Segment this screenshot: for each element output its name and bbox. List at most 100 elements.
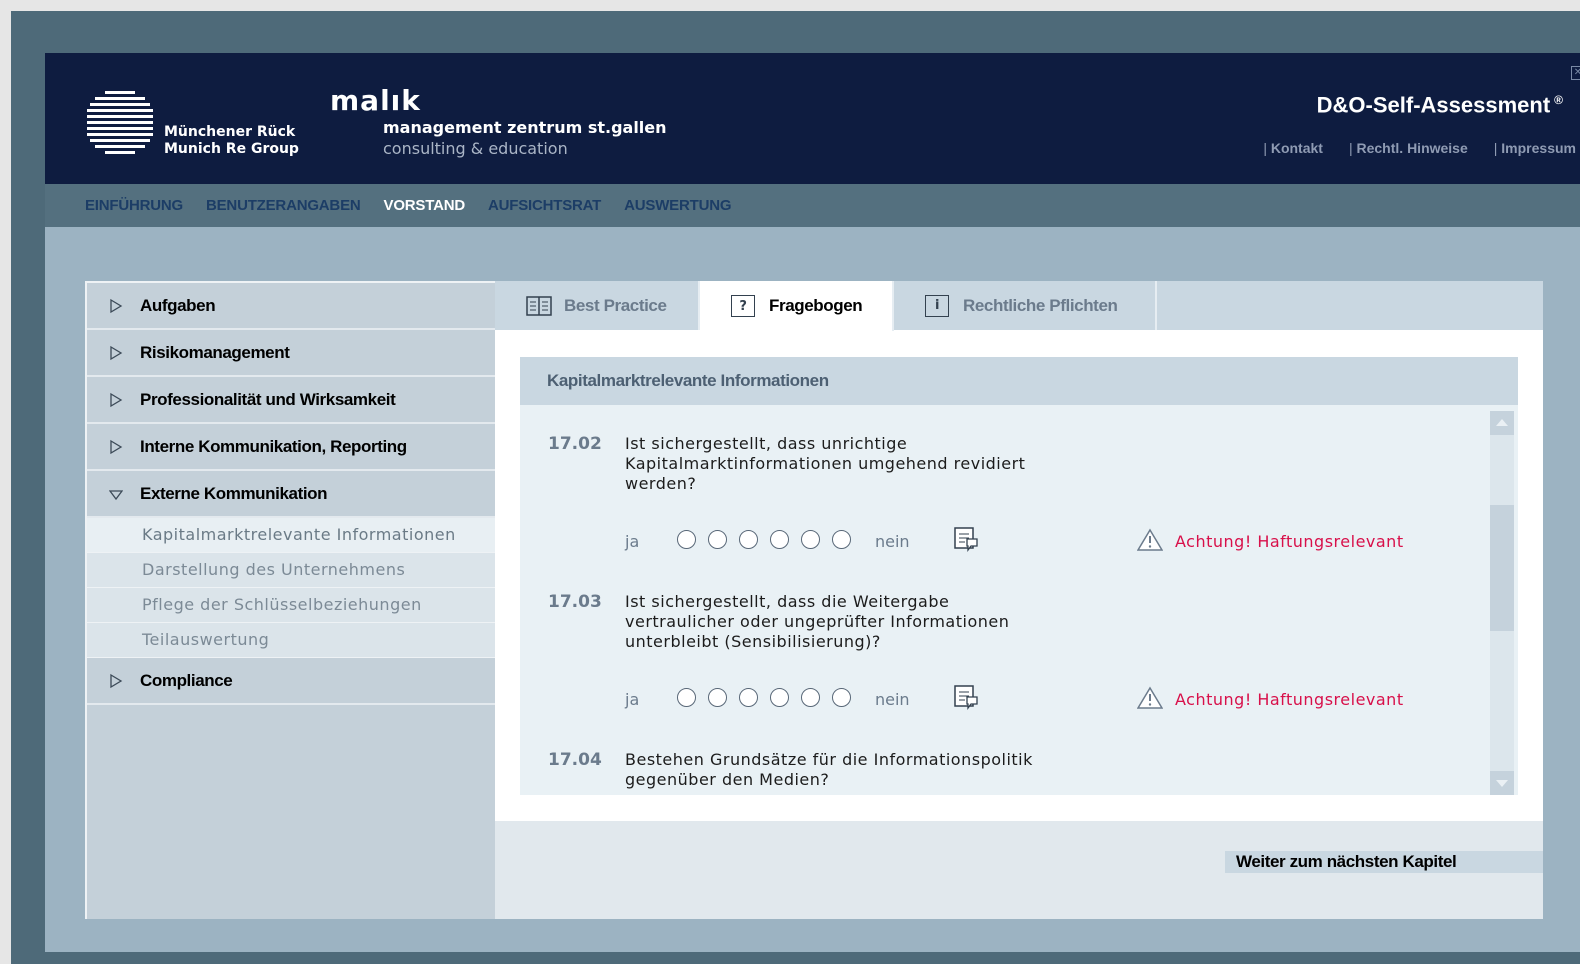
link-impressum[interactable]: Impressum (1494, 139, 1576, 157)
question-item: 17.04 Bestehen Grundsätze für die Inform… (520, 750, 1480, 795)
sidebar-item-compliance[interactable]: Compliance (87, 658, 495, 705)
sidebar-item-professionalitaet[interactable]: Professionalität und Wirksamkeit (87, 377, 495, 424)
rating-radio-5[interactable] (801, 688, 820, 707)
window-frame: Münchener Rück Munich Re Group malık man… (11, 11, 1580, 964)
app-window: Münchener Rück Munich Re Group malık man… (45, 53, 1580, 952)
app-title-text: D&O-Self-Assessment (1316, 92, 1551, 118)
tab-fragebogen[interactable]: ? Fragebogen (700, 281, 894, 331)
sidebar-item-label: Interne Kommunikation, Reporting (140, 436, 407, 456)
munich-re-line1: Münchener Rück (164, 124, 296, 140)
nav-einfuehrung[interactable]: EINFÜHRUNG (85, 197, 183, 215)
sidebar-item-aufgaben[interactable]: Aufgaben (87, 283, 495, 330)
rating-radio-6[interactable] (832, 530, 851, 549)
scroll-down-icon[interactable] (1490, 771, 1514, 795)
sidebar-subitem-pflege[interactable]: Pflege der Schlüsselbeziehungen (87, 588, 495, 623)
triangle-right-icon (110, 345, 123, 361)
sidebar-item-interne-kommunikation[interactable]: Interne Kommunikation, Reporting (87, 424, 495, 471)
triangle-right-icon (110, 298, 123, 314)
malik-logo: malık (330, 84, 421, 117)
question-text: Ist sichergestellt, dass unrichtige Kapi… (625, 434, 1026, 493)
rating-radio-1[interactable] (677, 688, 696, 707)
rating-scale (677, 530, 851, 549)
rating-radio-3[interactable] (739, 688, 758, 707)
close-icon[interactable]: ✕ (1571, 66, 1580, 80)
question-item: 17.02 Ist sichergestellt, dass unrichtig… (520, 434, 1480, 574)
rating-radio-6[interactable] (832, 688, 851, 707)
nav-auswertung[interactable]: AUSWERTUNG (624, 197, 731, 215)
book-icon (526, 295, 552, 316)
scale-label-nein: nein (875, 690, 910, 709)
triangle-right-icon (110, 392, 123, 408)
malik-tagline: consulting & education (383, 139, 568, 158)
app-title: D&O-Self-Assessment ® (1317, 86, 1563, 119)
next-chapter-button[interactable]: Weiter zum nächsten Kapitel (1225, 851, 1543, 873)
tab-best-practice[interactable]: Best Practice (495, 281, 700, 330)
sidebar-item-externe-kommunikation[interactable]: Externe Kommunikation (87, 471, 495, 518)
sidebar: Aufgaben Risikomanagement Professionalit… (85, 281, 495, 919)
answer-row: ja nein Achtung! Haftungsrelevant (625, 526, 1505, 556)
main-panel: Best Practice ? Fragebogen i Rechtliche … (495, 281, 1543, 919)
munich-re-name: Münchener Rück Munich Re Group (164, 124, 299, 158)
tab-label: Fragebogen (769, 296, 863, 315)
sidebar-item-label: Aufgaben (140, 295, 216, 315)
question-number: 17.04 (548, 750, 602, 770)
section-title: Kapitalmarktrelevante Informationen (520, 357, 1518, 405)
malik-subtitle: management zentrum st.gallen (383, 118, 667, 137)
munich-re-line2: Munich Re Group (164, 141, 299, 157)
note-icon[interactable] (953, 684, 979, 710)
note-icon[interactable] (953, 526, 979, 552)
triangle-right-icon (110, 439, 123, 455)
question-text: Bestehen Grundsätze für die Informations… (625, 750, 1033, 789)
sidebar-item-risikomanagement[interactable]: Risikomanagement (87, 330, 495, 377)
question-item: 17.03 Ist sichergestellt, dass die Weite… (520, 592, 1480, 732)
footer-bar: Weiter zum nächsten Kapitel (495, 821, 1543, 919)
nav-vorstand[interactable]: VORSTAND (384, 197, 466, 215)
question-number: 17.02 (548, 434, 602, 454)
scale-label-ja: ja (625, 690, 640, 709)
triangle-down-icon (109, 490, 123, 501)
nav-aufsichtsrat[interactable]: AUFSICHTSRAT (488, 197, 601, 215)
sidebar-item-label: Risikomanagement (140, 342, 290, 362)
sidebar-item-label: Compliance (140, 670, 233, 690)
tab-label: Rechtliche Pflichten (963, 295, 1118, 315)
question-text: Ist sichergestellt, dass die Weitergabe … (625, 592, 1010, 651)
header: Münchener Rück Munich Re Group malık man… (45, 53, 1580, 184)
scroll-up-icon[interactable] (1490, 411, 1514, 435)
tab-label: Best Practice (564, 295, 667, 315)
tab-rechtliche-pflichten[interactable]: i Rechtliche Pflichten (894, 281, 1157, 330)
sidebar-subitem-kapitalmarkt[interactable]: Kapitalmarktrelevante Informationen (87, 518, 495, 553)
sidebar-subitem-darstellung[interactable]: Darstellung des Unternehmens (87, 553, 495, 588)
info-icon: i (925, 294, 949, 317)
warning-text: Achtung! Haftungsrelevant (1175, 690, 1404, 709)
question-number: 17.03 (548, 592, 602, 612)
rating-scale (677, 688, 851, 707)
triangle-right-icon (110, 673, 123, 689)
registered-mark: ® (1554, 93, 1563, 107)
scrollbar-thumb[interactable] (1490, 505, 1514, 631)
header-links: Kontakt Rechtl. Hinweise Impressum (1263, 139, 1576, 157)
rating-radio-5[interactable] (801, 530, 820, 549)
question-icon: ? (731, 295, 755, 317)
scale-label-nein: nein (875, 532, 910, 551)
sidebar-item-label: Professionalität und Wirksamkeit (140, 389, 396, 409)
nav-benutzerangaben[interactable]: BENUTZERANGABEN (206, 197, 361, 215)
sidebar-subitem-teilauswertung[interactable]: Teilauswertung (87, 623, 495, 658)
rating-radio-3[interactable] (739, 530, 758, 549)
rating-radio-2[interactable] (708, 688, 727, 707)
tab-bar: Best Practice ? Fragebogen i Rechtliche … (495, 281, 1543, 331)
link-kontakt[interactable]: Kontakt (1263, 139, 1323, 157)
question-list: 17.02 Ist sichergestellt, dass unrichtig… (520, 405, 1518, 795)
answer-row: ja nein Achtung! Haftungsrelevant (625, 684, 1505, 714)
vertical-scrollbar[interactable] (1490, 411, 1514, 795)
rating-radio-4[interactable] (770, 530, 789, 549)
rating-radio-1[interactable] (677, 530, 696, 549)
link-rechtl-hinweise[interactable]: Rechtl. Hinweise (1349, 139, 1468, 157)
munich-re-logo-icon (87, 91, 153, 155)
rating-radio-2[interactable] (708, 530, 727, 549)
sidebar-item-label: Externe Kommunikation (140, 483, 328, 503)
questionnaire-panel: Kapitalmarktrelevante Informationen 17.0… (520, 357, 1518, 795)
main-nav: EINFÜHRUNG BENUTZERANGABEN VORSTAND AUFS… (45, 184, 1580, 227)
warning-icon (1137, 686, 1163, 709)
scale-label-ja: ja (625, 532, 640, 551)
rating-radio-4[interactable] (770, 688, 789, 707)
